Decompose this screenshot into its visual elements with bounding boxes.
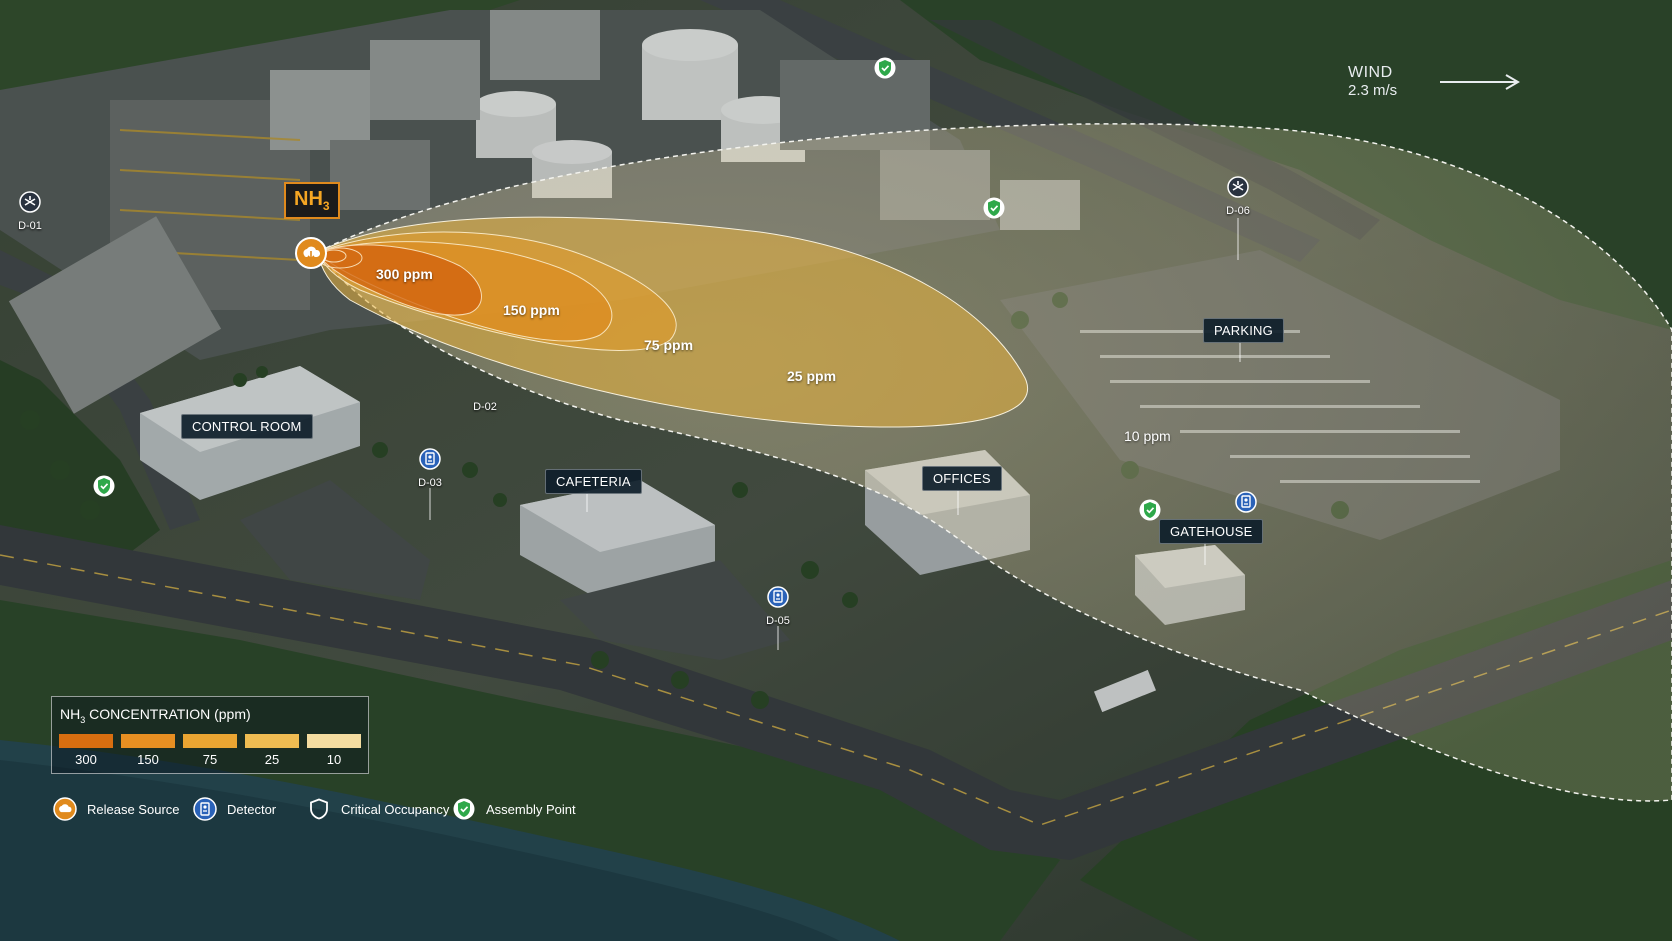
- wind-speed: 2.3 m/s: [1348, 82, 1398, 99]
- legend-value-150: 150: [137, 752, 159, 767]
- contour-label-25: 25 ppm: [787, 368, 837, 384]
- legend-value-10: 10: [326, 752, 342, 767]
- key-critical-occupancy: Critical Occupancy: [307, 797, 449, 821]
- assembly-point-icon[interactable]: [874, 56, 896, 80]
- assembly-point-icon[interactable]: [93, 474, 115, 498]
- detector-icon: [767, 586, 789, 608]
- control-room-label[interactable]: CONTROL ROOM: [181, 414, 313, 439]
- key-assembly-point: Assembly Point: [452, 797, 576, 821]
- valve-detector-icon: [19, 191, 41, 213]
- chemical-formula: NH: [294, 188, 323, 210]
- detector-id: D-03: [418, 477, 442, 489]
- legend-swatch-150: [121, 734, 175, 748]
- wind-indicator: WIND 2.3 m/s: [1348, 64, 1397, 99]
- contour-label-10: 10 ppm: [1124, 428, 1171, 444]
- legend-value-300: 300: [75, 752, 97, 767]
- release-source-icon: [53, 797, 77, 821]
- valve-detector-icon: [1227, 176, 1249, 198]
- detector-icon: [193, 797, 217, 821]
- detector-d01[interactable]: D-01: [17, 191, 43, 232]
- key-critical-occupancy-label: Critical Occupancy: [341, 801, 450, 817]
- release-chemical-tag: NH3: [284, 182, 340, 219]
- detector-id: D-05: [766, 615, 790, 627]
- contour-label-150: 150 ppm: [503, 302, 560, 318]
- parking-label[interactable]: PARKING: [1203, 318, 1284, 343]
- detector-d05[interactable]: D-05: [765, 586, 791, 627]
- detector-d02[interactable]: D-02: [472, 399, 498, 413]
- legend-swatch-25: [245, 734, 299, 748]
- concentration-legend: NH3 CONCENTRATION (ppm) 300 150 75 25 10: [51, 696, 369, 774]
- offices-label[interactable]: OFFICES: [922, 466, 1002, 491]
- detector-id: D-02: [473, 401, 497, 413]
- plume-map: NH3 300 ppm 150 ppm 75 ppm 25 ppm 10 ppm…: [0, 0, 1672, 941]
- key-release-source: Release Source: [53, 797, 180, 821]
- cafeteria-label[interactable]: CAFETERIA: [545, 469, 642, 494]
- key-assembly-point-label: Assembly Point: [486, 801, 576, 817]
- shield-outline-icon: [310, 798, 328, 820]
- legend-swatch-10: [307, 734, 361, 748]
- detector-id: D-01: [18, 220, 42, 232]
- assembly-point-icon[interactable]: [1139, 498, 1161, 522]
- assembly-point-icon[interactable]: [983, 196, 1005, 220]
- key-detector: Detector: [193, 797, 276, 821]
- release-source-icon[interactable]: [294, 236, 328, 270]
- legend-title: NH3 CONCENTRATION (ppm): [60, 706, 251, 725]
- wind-label: WIND: [1348, 64, 1393, 81]
- legend-value-75: 75: [202, 752, 218, 767]
- detector-id: D-06: [1226, 205, 1250, 217]
- detector-d03[interactable]: D-03: [417, 448, 443, 489]
- legend-swatch-300: [59, 734, 113, 748]
- assembly-point-icon: [453, 798, 475, 820]
- detector-icon[interactable]: [1235, 491, 1257, 513]
- chemical-subscript: 3: [322, 199, 330, 213]
- gatehouse-label[interactable]: GATEHOUSE: [1159, 519, 1264, 544]
- legend-title-chem: NH: [60, 706, 81, 722]
- legend-value-25: 25: [264, 752, 280, 767]
- key-detector-label: Detector: [227, 801, 277, 817]
- detector-d06[interactable]: D-06: [1225, 176, 1251, 217]
- legend-swatch-75: [183, 734, 237, 748]
- legend-title-rest: CONCENTRATION (ppm): [85, 706, 251, 722]
- detector-icon: [419, 448, 441, 470]
- contour-label-300: 300 ppm: [376, 266, 433, 282]
- arrow-right-icon: [1440, 74, 1520, 90]
- contour-label-75: 75 ppm: [644, 337, 694, 353]
- key-release-source-label: Release Source: [87, 801, 180, 817]
